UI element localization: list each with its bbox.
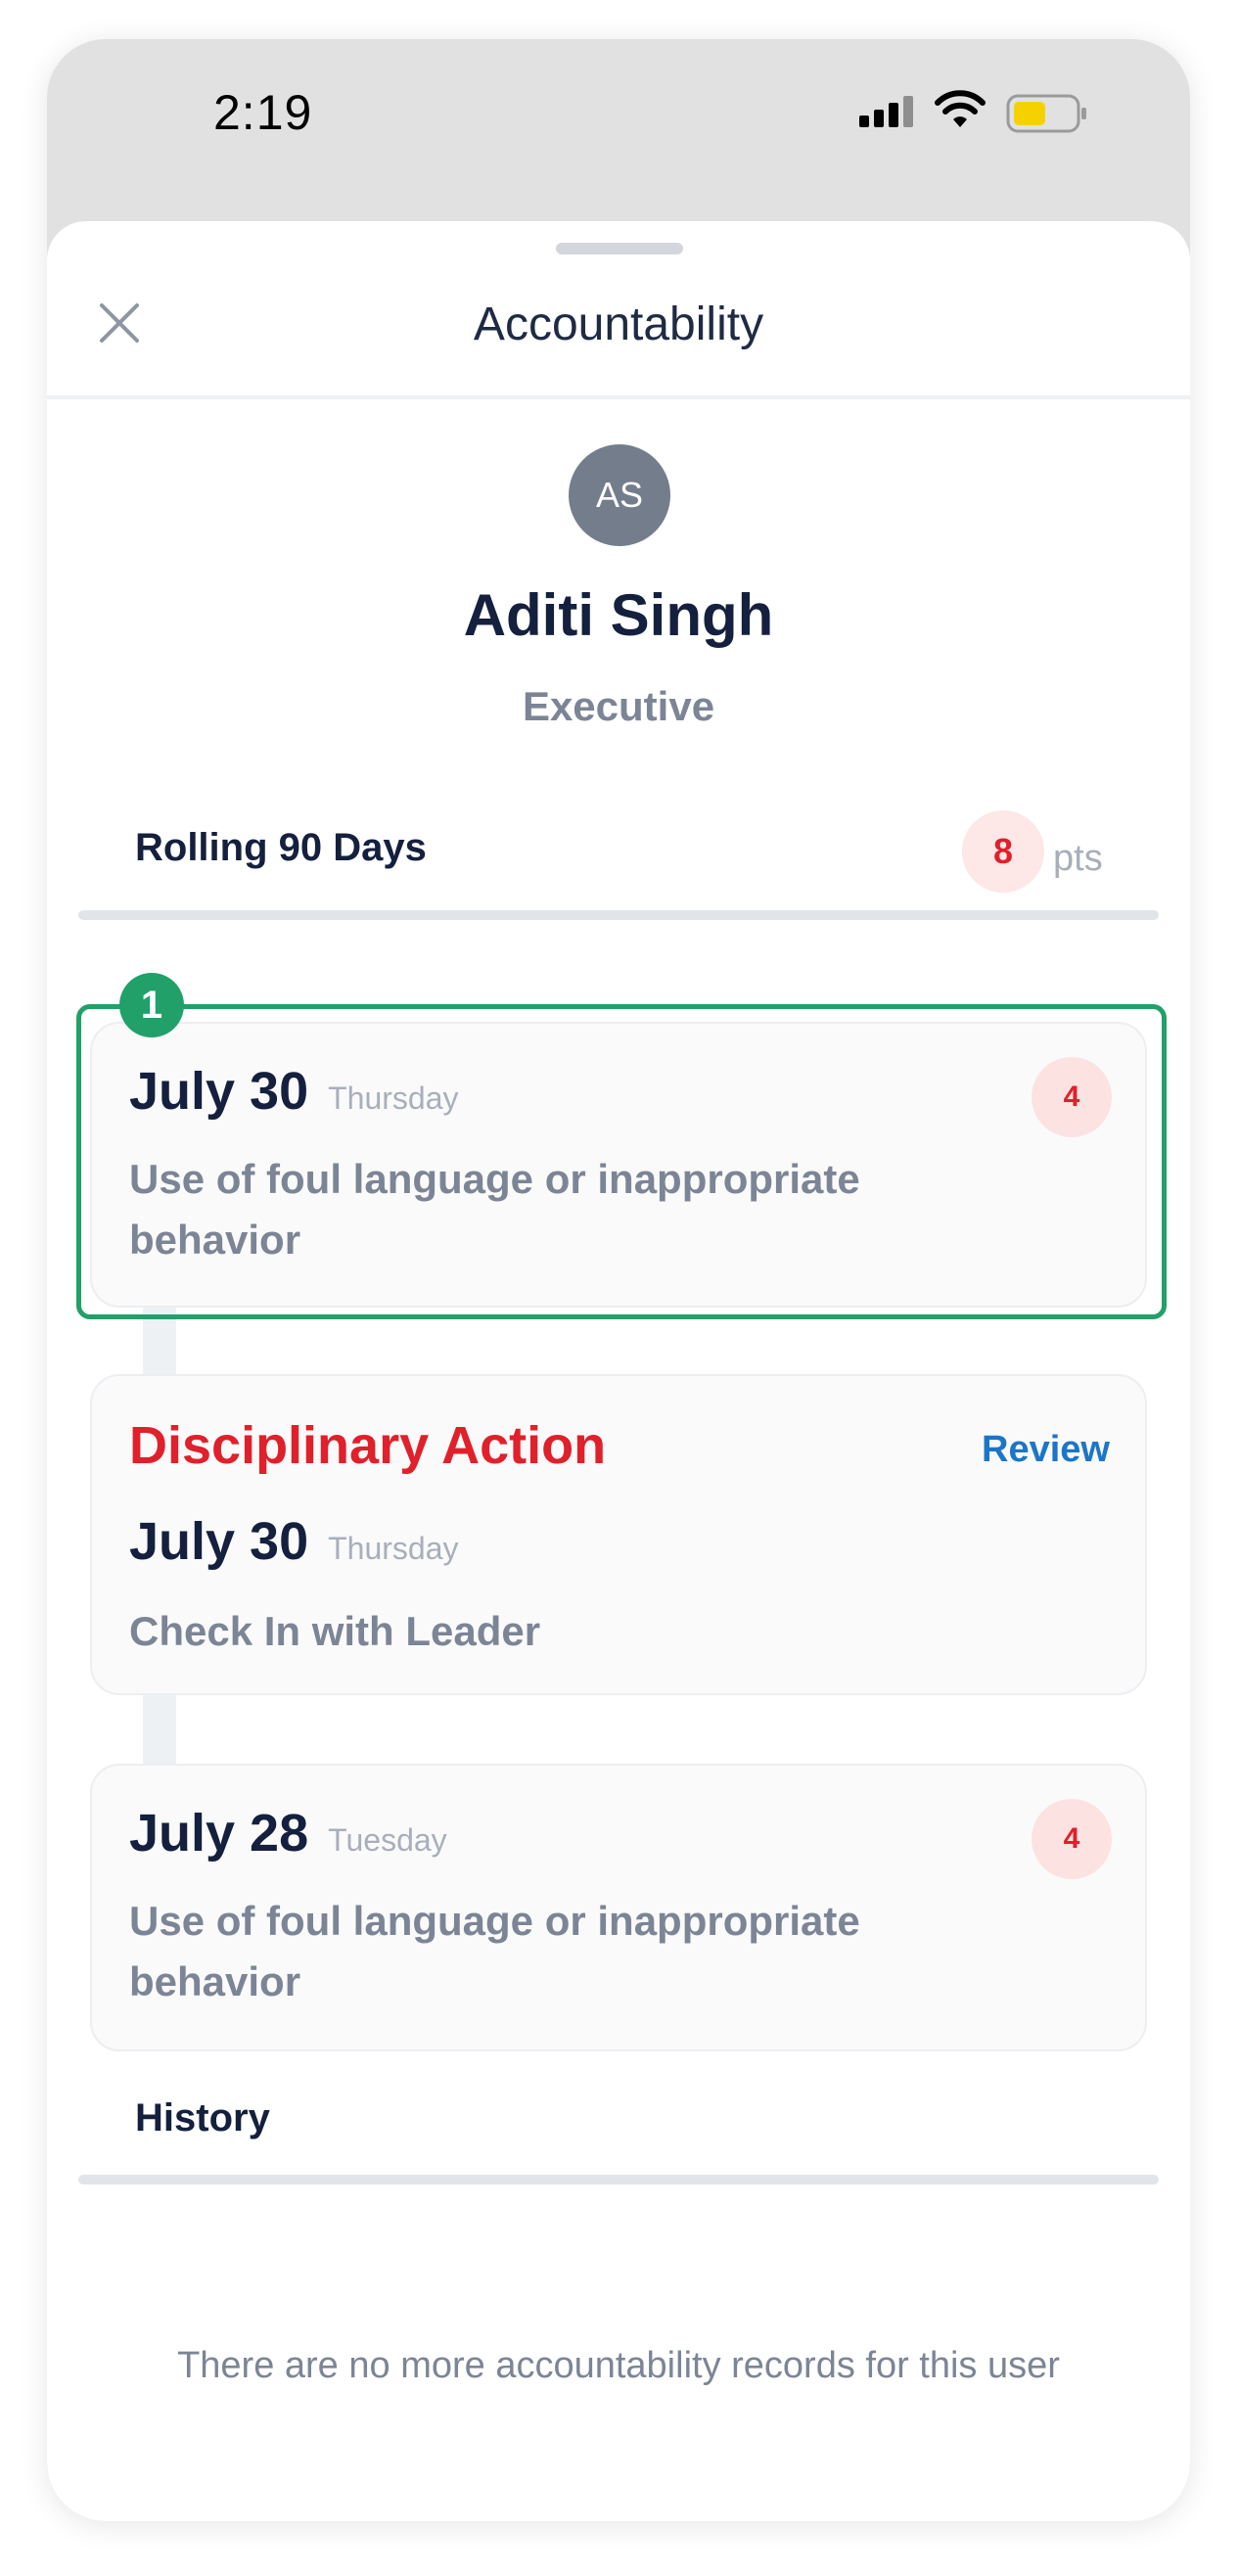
total-points-badge: 8 bbox=[962, 810, 1044, 893]
disciplinary-action-title: Disciplinary Action bbox=[129, 1416, 607, 1475]
record-description: Use of foul language or inappropriate be… bbox=[129, 1898, 860, 2004]
highlight-marker: 1 bbox=[119, 973, 184, 1037]
user-name: Aditi Singh bbox=[463, 582, 774, 648]
record-description: Check In with Leader bbox=[129, 1608, 541, 1654]
sheet-grabber[interactable] bbox=[556, 243, 683, 254]
record-day: Thursday bbox=[328, 1081, 459, 1116]
record-points-badge: 4 bbox=[1032, 1799, 1112, 1879]
record-card[interactable]: July 30 Thursday 4 Use of foul language o… bbox=[90, 1022, 1147, 1308]
battery-icon bbox=[1006, 94, 1086, 133]
history-divider bbox=[78, 2175, 1159, 2185]
record-day: Tuesday bbox=[328, 1822, 447, 1858]
record-date: July 30 Thursday bbox=[129, 1512, 459, 1571]
wifi-icon bbox=[935, 90, 986, 127]
history-label: History bbox=[135, 2096, 270, 2139]
status-bar: 2:19 bbox=[47, 39, 1190, 221]
accountability-sheet: Accountability AS Aditi Singh Executive … bbox=[47, 221, 1190, 2521]
page-title: Accountability bbox=[473, 299, 764, 350]
phone-frame: 2:19 Accountability AS Aditi Singh Execu… bbox=[47, 39, 1190, 2521]
avatar: AS bbox=[569, 444, 670, 546]
status-time: 2:19 bbox=[213, 85, 313, 140]
record-description: Use of foul language or inappropriate be… bbox=[129, 1156, 860, 1263]
record-card[interactable]: July 28 Tuesday 4 Use of foul language or… bbox=[90, 1764, 1147, 2051]
user-role: Executive bbox=[522, 683, 715, 729]
record-points-badge: 4 bbox=[1032, 1057, 1112, 1137]
cellular-signal-icon bbox=[859, 96, 913, 127]
empty-history-message: There are no more accountability records… bbox=[177, 2345, 1060, 2386]
record-date: July 30 Thursday bbox=[129, 1062, 459, 1121]
disciplinary-action-card[interactable]: Disciplinary Action Review July 30 Thursd… bbox=[90, 1374, 1147, 1695]
rolling-period-label: Rolling 90 Days bbox=[135, 826, 427, 869]
record-day: Thursday bbox=[328, 1531, 459, 1566]
rolling-divider bbox=[78, 910, 1159, 920]
record-date: July 28 Tuesday bbox=[129, 1804, 447, 1863]
header-divider bbox=[47, 395, 1190, 399]
points-unit-label: pts bbox=[1053, 838, 1103, 879]
review-link[interactable]: Review bbox=[982, 1429, 1110, 1471]
